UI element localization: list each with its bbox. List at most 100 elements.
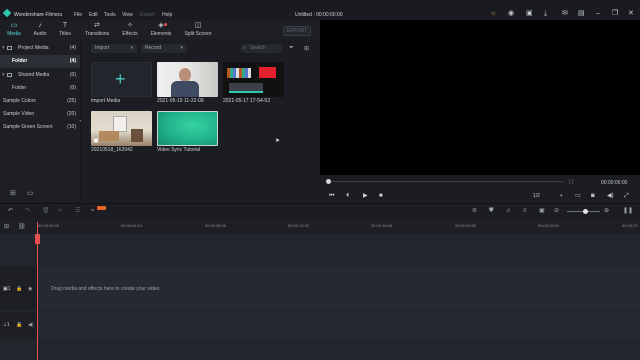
ruler-tick: 00:00:16:40 <box>371 223 393 228</box>
delete-icon[interactable]: 🗑 <box>42 208 50 214</box>
audio-track-icon: ♫1 <box>3 322 10 328</box>
close-icon[interactable]: ✕ <box>628 10 634 17</box>
folder-icon: ▭ <box>10 22 18 29</box>
fullscreen-icon[interactable]: ⤢ <box>624 193 629 199</box>
tab-elements[interactable]: ◈ Elements <box>147 21 175 40</box>
tab-titles[interactable]: T Titles <box>52 21 78 40</box>
display-icon[interactable]: ▭ <box>575 193 581 199</box>
minimize-icon[interactable]: – <box>596 10 600 17</box>
ruler-tick: 00:00:00:00 <box>38 223 60 228</box>
app-title: Wondershare Filmora <box>14 12 62 18</box>
menu-tools[interactable]: Tools <box>104 12 116 18</box>
zoom-in-icon[interactable]: ⊕ <box>604 208 609 214</box>
sidebar-item-folder[interactable]: Folder (4) <box>0 55 80 68</box>
microphone-icon[interactable]: ♬ <box>506 208 512 214</box>
link-icon[interactable]: ⛓ <box>18 223 26 230</box>
menu-file[interactable]: File <box>74 12 82 18</box>
screen-content <box>259 67 276 78</box>
stop-icon[interactable]: ■ <box>379 193 383 199</box>
sun-icon[interactable]: ☼ <box>490 10 496 17</box>
pause-icon[interactable]: ❚❚ <box>623 208 633 214</box>
sidebar-item-shared-media[interactable]: ▾ Shared Media (0) <box>0 69 80 82</box>
mark-in-out-icon[interactable]: { } <box>569 179 574 185</box>
eye-icon[interactable]: ◉ <box>28 286 32 292</box>
chevron-down-icon: ▾ <box>2 45 5 51</box>
ruler-tick: 00:00:12:30 <box>288 223 310 228</box>
new-badge <box>97 206 106 210</box>
ruler-tick: 00:00:25:00 <box>538 223 560 228</box>
export-button[interactable]: EXPORT <box>283 26 311 36</box>
record-dropdown[interactable]: Record ▾ <box>141 44 187 53</box>
shield-icon[interactable]: ⛊ <box>489 208 494 214</box>
lock-icon[interactable]: 🔒 <box>16 286 22 292</box>
sidebar-item-project-media[interactable]: ▾ Project Media (4) <box>0 42 80 55</box>
media-item-label: 2021-05-17 17-54-53 <box>223 98 270 104</box>
media-thumbnail[interactable] <box>157 62 218 97</box>
add-track-icon[interactable]: ⊞ <box>4 223 9 230</box>
playback-quality[interactable]: 1/2 <box>533 193 540 199</box>
menu-edit[interactable]: Edit <box>89 12 98 18</box>
preview-progress-track[interactable] <box>327 181 563 182</box>
sidebar-item-shared-folder[interactable]: Folder (0) <box>0 82 80 95</box>
sidebar-item-sample-green-screen[interactable]: Sample Green Screen (10) <box>0 121 80 134</box>
media-thumbnail[interactable] <box>157 111 218 146</box>
split-screen-icon: ◫ <box>194 22 202 29</box>
new-badge <box>164 23 167 26</box>
tab-media[interactable]: ▭ Media <box>1 21 27 40</box>
snapshot-icon[interactable]: ◙ <box>591 193 595 199</box>
redo-icon[interactable]: ↷ <box>25 208 30 214</box>
menu-view[interactable]: View <box>122 12 133 18</box>
audio-wave-icon[interactable]: ≈ <box>91 208 94 214</box>
plus-icon: + <box>115 69 126 89</box>
previous-frame-icon[interactable]: ⏮ <box>329 193 334 199</box>
download-icon[interactable]: ⤓ <box>544 10 547 17</box>
notification-icon[interactable]: ▤ <box>578 10 585 17</box>
mail-icon[interactable]: ✉ <box>562 10 568 17</box>
tab-transitions[interactable]: ⇄ Transitions <box>83 21 111 40</box>
tab-effects[interactable]: ✧ Effects <box>117 21 143 40</box>
play-reverse-icon[interactable]: ⏴ <box>346 193 349 199</box>
chevron-down-icon: ▾ <box>180 45 183 51</box>
sidebar-item-sample-video[interactable]: Sample Video (20) <box>0 108 80 121</box>
account-icon[interactable]: ◉ <box>508 10 514 17</box>
play-icon[interactable]: ▶ <box>363 193 368 199</box>
volume-icon[interactable]: ◀) <box>28 322 34 328</box>
undo-icon[interactable]: ↶ <box>8 208 13 214</box>
sidebar-item-sample-colors[interactable]: Sample Colors (25) <box>0 95 80 108</box>
menu-export[interactable]: Export <box>140 12 154 18</box>
filter-icon[interactable]: ⏷ <box>289 45 294 52</box>
zoom-slider-handle[interactable] <box>583 209 588 214</box>
tab-split-screen[interactable]: ◫ Split Screen <box>183 21 213 40</box>
zoom-out-icon[interactable]: ⊖ <box>554 208 559 214</box>
media-item-label: Video Sync Tutorial <box>157 147 200 153</box>
preview-progress-handle[interactable] <box>326 179 331 184</box>
chevron-down-icon[interactable]: ▾ <box>560 193 563 199</box>
search-input[interactable]: ⌕ Search <box>240 44 282 53</box>
grid-view-icon[interactable]: ⊞ <box>304 45 309 52</box>
media-thumbnail[interactable]: ▣ <box>91 111 152 146</box>
media-thumbnail[interactable] <box>223 62 284 97</box>
volume-icon[interactable]: ◀) <box>607 193 614 199</box>
tab-audio[interactable]: ♪ Audio <box>27 21 53 40</box>
effects-icon: ✧ <box>127 22 133 29</box>
import-media-tile[interactable]: + <box>91 62 152 97</box>
voiceover-icon[interactable]: ≡ <box>523 208 527 214</box>
lock-icon[interactable]: 🔒 <box>16 322 22 328</box>
subtitle-icon[interactable]: ▣ <box>539 208 545 214</box>
menu-help[interactable]: Help <box>162 12 172 18</box>
audio-track[interactable] <box>0 312 640 339</box>
new-folder-icon[interactable]: ⊞ <box>10 189 16 197</box>
screen-content <box>229 83 263 91</box>
adjust-icon[interactable]: ☰ <box>75 208 80 214</box>
transitions-icon: ⇄ <box>94 22 100 29</box>
import-dropdown[interactable]: Import ▾ <box>91 44 137 53</box>
folder-open-icon[interactable]: ▭ <box>27 189 34 197</box>
maximize-icon[interactable]: ❐ <box>612 10 618 17</box>
chevron-down-icon: ▾ <box>2 72 5 78</box>
couch <box>99 131 119 141</box>
gift-icon[interactable]: ▣ <box>526 10 533 17</box>
render-icon[interactable]: ⊚ <box>472 208 477 214</box>
playhead-handle[interactable] <box>35 234 40 244</box>
cut-icon[interactable]: ✂ <box>58 208 63 214</box>
media-item-label: 20210518_162042 <box>91 147 133 153</box>
